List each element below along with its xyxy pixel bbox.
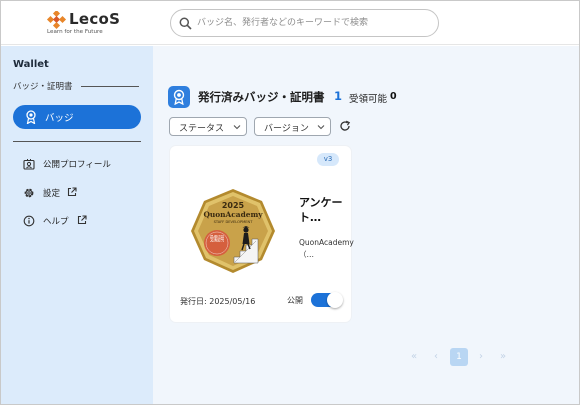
sidebar-section-label: バッジ・証明書 [13,82,73,92]
medal-year: 2025 [222,201,245,210]
sidebar-item-label: 設定 [43,189,61,199]
sidebar: Wallet バッジ・証明書 バッジ 公開プロフィール 設定 ヘルプ [1,46,153,404]
version-filter-label: バージョン [264,124,309,134]
chevron-down-icon [317,125,325,130]
pagination-next-button[interactable]: › [472,348,490,366]
medal-brand: QuonAcademy [203,210,263,219]
badge-card[interactable]: v3 2025 QuonAcademy STAFF DEVELOPMENT 受講… [170,146,354,322]
receivable-label: 受領可能 [349,94,388,105]
chevron-down-icon [233,125,241,130]
top-header: LecoS Learn for the Future [1,1,579,45]
sidebar-item-badges[interactable]: バッジ [13,105,141,129]
status-filter-label: ステータス [179,124,225,134]
profile-card-icon [23,159,35,170]
badge-medal-image: 2025 QuonAcademy STAFF DEVELOPMENT 受講証明 [191,189,275,273]
issued-date: 発行日: 2025/05/16 [180,297,256,306]
pagination-page-current[interactable]: 1 [450,348,468,366]
pagination-prev-button[interactable]: ‹ [427,348,445,366]
receivable-count: 0 [390,91,397,102]
status-filter-dropdown[interactable]: ステータス [169,117,247,136]
lecos-logo[interactable]: LecoS Learn for the Future [45,9,125,37]
external-link-icon [67,187,77,197]
badge-name[interactable]: アンケート… [299,195,347,225]
sidebar-item-label: バッジ [45,113,74,124]
section-divider [81,86,139,87]
sidebar-title: Wallet [13,59,49,70]
search-input[interactable] [197,14,433,32]
badge-issuer: QuonAcademy（… [299,238,354,259]
public-toggle[interactable] [311,292,343,308]
refresh-icon[interactable] [339,120,351,132]
medal-subtitle: STAFF DEVELOPMENT [214,220,254,224]
toggle-knob [327,292,343,308]
pagination-last-button[interactable]: » [494,348,512,366]
title-badge-icon [168,86,190,108]
logo-mark-icon [46,11,67,30]
version-filter-dropdown[interactable]: バージョン [254,117,331,136]
main-content: 発行済みバッジ・証明書 1 受領可能 0 ステータス バージョン v3 2025… [153,46,579,404]
logo-text: LecoS [69,10,121,28]
logo-tagline: Learn for the Future [47,29,103,35]
gear-icon [24,188,34,198]
pagination-first-button[interactable]: « [405,348,423,366]
sidebar-item-label: 公開プロフィール [43,160,111,170]
search-box[interactable] [170,9,439,37]
version-badge: v3 [317,153,339,166]
sidebar-item-label: ヘルプ [43,217,69,227]
medal-stamp-text: 受講証明 [210,234,224,243]
public-label: 公開 [287,296,303,305]
info-icon [23,215,35,227]
badge-ribbon-icon [26,110,36,124]
page-title: 発行済みバッジ・証明書 [198,90,325,104]
external-link-icon [77,215,87,225]
sidebar-divider [13,141,141,142]
issued-count: 1 [334,89,343,103]
search-icon [179,17,192,30]
